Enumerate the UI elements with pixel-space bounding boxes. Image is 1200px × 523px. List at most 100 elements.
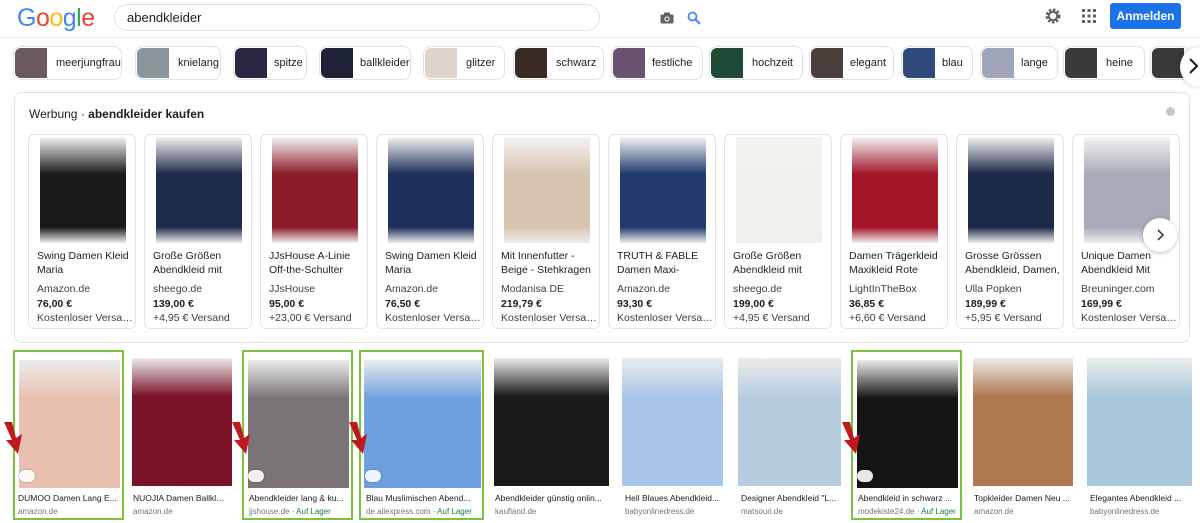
- product-card[interactable]: JJsHouse A-Linie Off-the-Schulter JJsHou…: [260, 134, 368, 329]
- chip-schwarz[interactable]: schwarz: [513, 46, 604, 80]
- result-image: [132, 358, 232, 486]
- image-result[interactable]: Abendkleider lang & ku... jjshouse.de · …: [242, 350, 353, 520]
- result-title: NUOJIA Damen Ballklei...: [133, 493, 229, 503]
- chip-meerjungfrau[interactable]: meerjungfrau: [13, 46, 122, 80]
- chevron-right-icon[interactable]: [1188, 58, 1198, 74]
- search-input[interactable]: [127, 10, 527, 25]
- product-card[interactable]: Swing Damen Kleid Maria Amazon.de 76,50 …: [376, 134, 484, 329]
- image-result[interactable]: Topkleider Damen Neu ... amazon.de: [971, 350, 1074, 520]
- chip-thumbnail: [321, 48, 353, 78]
- chip-thumbnail: [811, 48, 843, 78]
- logo-letter: o: [49, 4, 63, 32]
- result-source: amazon.de: [133, 507, 229, 516]
- product-price: 76,50 €: [385, 298, 421, 310]
- image-result[interactable]: Blau Muslimischen Abend... de.aliexpress…: [359, 350, 484, 520]
- search-icon[interactable]: [687, 11, 701, 25]
- product-shipping: Kostenloser Versand: [617, 312, 713, 324]
- logo-letter: G: [17, 4, 36, 32]
- result-image: [494, 358, 609, 486]
- product-card[interactable]: Grosse Grössen Abendkleid, Damen, Ulla P…: [956, 134, 1064, 329]
- chip-thumbnail: [235, 48, 267, 78]
- image-result[interactable]: DUMOO Damen Lang E... amazon.de: [13, 350, 124, 520]
- image-result[interactable]: Hell Blaues Abendkleid... babyonlinedres…: [622, 350, 725, 520]
- price-tag-icon: [248, 470, 264, 482]
- product-price: 189,99 €: [965, 298, 1006, 310]
- result-domain: jjshouse.de: [249, 507, 290, 516]
- product-image: [968, 137, 1054, 243]
- signin-button[interactable]: Anmelden: [1110, 3, 1181, 29]
- product-store: JJsHouse: [269, 283, 316, 295]
- product-store: LightInTheBox: [849, 283, 917, 295]
- image-result[interactable]: Abendkleider günstig onlin... kaufland.d…: [492, 350, 610, 520]
- product-image: [40, 137, 126, 243]
- product-image: [272, 137, 358, 243]
- result-source: de.aliexpress.com · Auf Lager: [366, 507, 472, 516]
- chip-label: lange: [1021, 57, 1048, 69]
- chevron-right-icon[interactable]: [1155, 229, 1165, 241]
- image-result[interactable]: Elegantes Abendkleid ... babyonlinedress…: [1087, 350, 1192, 520]
- product-shipping: Kostenloser Versand: [501, 312, 597, 324]
- result-image: [248, 360, 349, 488]
- red-arrow-icon: [842, 422, 860, 454]
- result-image: [738, 358, 841, 486]
- product-image: [852, 137, 938, 243]
- product-title: Große Größen Abendkleid mit: [153, 250, 222, 276]
- apps-grid-icon[interactable]: [1082, 9, 1096, 23]
- price-tag-icon: [857, 470, 873, 482]
- result-source: babyonlinedress.de: [1090, 507, 1190, 516]
- product-shipping: Kostenloser Versand: [37, 312, 133, 324]
- product-card[interactable]: Swing Damen Kleid Maria Amazon.de 76,00 …: [28, 134, 136, 329]
- chip-ballkleider[interactable]: ballkleider: [319, 46, 411, 80]
- result-image: [1087, 358, 1192, 486]
- image-result[interactable]: NUOJIA Damen Ballklei... amazon.de: [130, 350, 232, 520]
- chip-thumbnail: [613, 48, 645, 78]
- result-source: kaufland.de: [495, 507, 607, 516]
- chip-heine[interactable]: heine: [1063, 46, 1145, 80]
- product-title: Swing Damen Kleid Maria: [385, 250, 477, 276]
- chip-lange[interactable]: lange: [980, 46, 1058, 80]
- product-store: sheego.de: [733, 283, 783, 295]
- product-shipping: +4,95 € Versand: [733, 312, 810, 324]
- price-tag-icon: [365, 470, 381, 482]
- chip-festliche[interactable]: festliche: [611, 46, 703, 80]
- image-result[interactable]: Designer Abendkleid "L... matsouri.de: [738, 350, 842, 520]
- chip-label: festliche: [652, 57, 693, 69]
- info-icon[interactable]: [1166, 107, 1175, 116]
- product-card[interactable]: TRUTH & FABLE Damen Maxi- Amazon.de 93,3…: [608, 134, 716, 329]
- product-store: sheego.de: [153, 283, 203, 295]
- price-tag-icon: [19, 470, 35, 482]
- product-price: 219,79 €: [501, 298, 542, 310]
- image-result[interactable]: Abendkleid in schwarz ... modekiste24.de…: [851, 350, 962, 520]
- settings-gear-icon[interactable]: [1044, 7, 1062, 25]
- result-title: Abendkleid in schwarz ...: [858, 493, 953, 503]
- result-image: [622, 358, 723, 486]
- product-card[interactable]: Damen Trägerkleid Maxikleid Rote LightIn…: [840, 134, 948, 329]
- product-card[interactable]: Mit Innenfutter - Beige - Stehkragen - M…: [492, 134, 600, 329]
- chip-thumbnail: [15, 48, 47, 78]
- chip-label: schwarz: [556, 57, 597, 69]
- chip-label: hochzeit: [752, 57, 793, 69]
- chip-blau[interactable]: blau: [901, 46, 973, 80]
- chip-glitzer[interactable]: glitzer: [423, 46, 505, 80]
- product-store: Amazon.de: [617, 283, 671, 295]
- product-shipping: Kostenloser Versand: [1081, 312, 1177, 324]
- product-card[interactable]: Große Größen Abendkleid mit sheego.de 19…: [724, 134, 832, 329]
- result-image: [973, 358, 1073, 486]
- refinement-chips: meerjungfrau knielang spitze ballkleider…: [13, 46, 1200, 80]
- red-arrow-icon: [232, 422, 250, 454]
- chip-label: meerjungfrau: [56, 57, 121, 69]
- google-logo[interactable]: Google: [17, 4, 95, 33]
- result-domain: babyonlinedress.de: [625, 507, 695, 516]
- result-title: Abendkleider lang & ku...: [249, 493, 344, 503]
- search-box[interactable]: [114, 4, 701, 31]
- product-shipping: +6,60 € Versand: [849, 312, 926, 324]
- product-image: [388, 137, 474, 243]
- product-card[interactable]: Große Größen Abendkleid mit sheego.de 13…: [144, 134, 252, 329]
- chip-spitze[interactable]: spitze: [233, 46, 307, 80]
- chip-knielang[interactable]: knielang: [135, 46, 221, 80]
- product-title: Unique Damen Abendkleid Mit: [1081, 250, 1152, 276]
- chip-elegant[interactable]: elegant: [809, 46, 894, 80]
- camera-icon[interactable]: [660, 12, 674, 24]
- result-domain: amazon.de: [974, 507, 1014, 516]
- chip-hochzeit[interactable]: hochzeit: [709, 46, 803, 80]
